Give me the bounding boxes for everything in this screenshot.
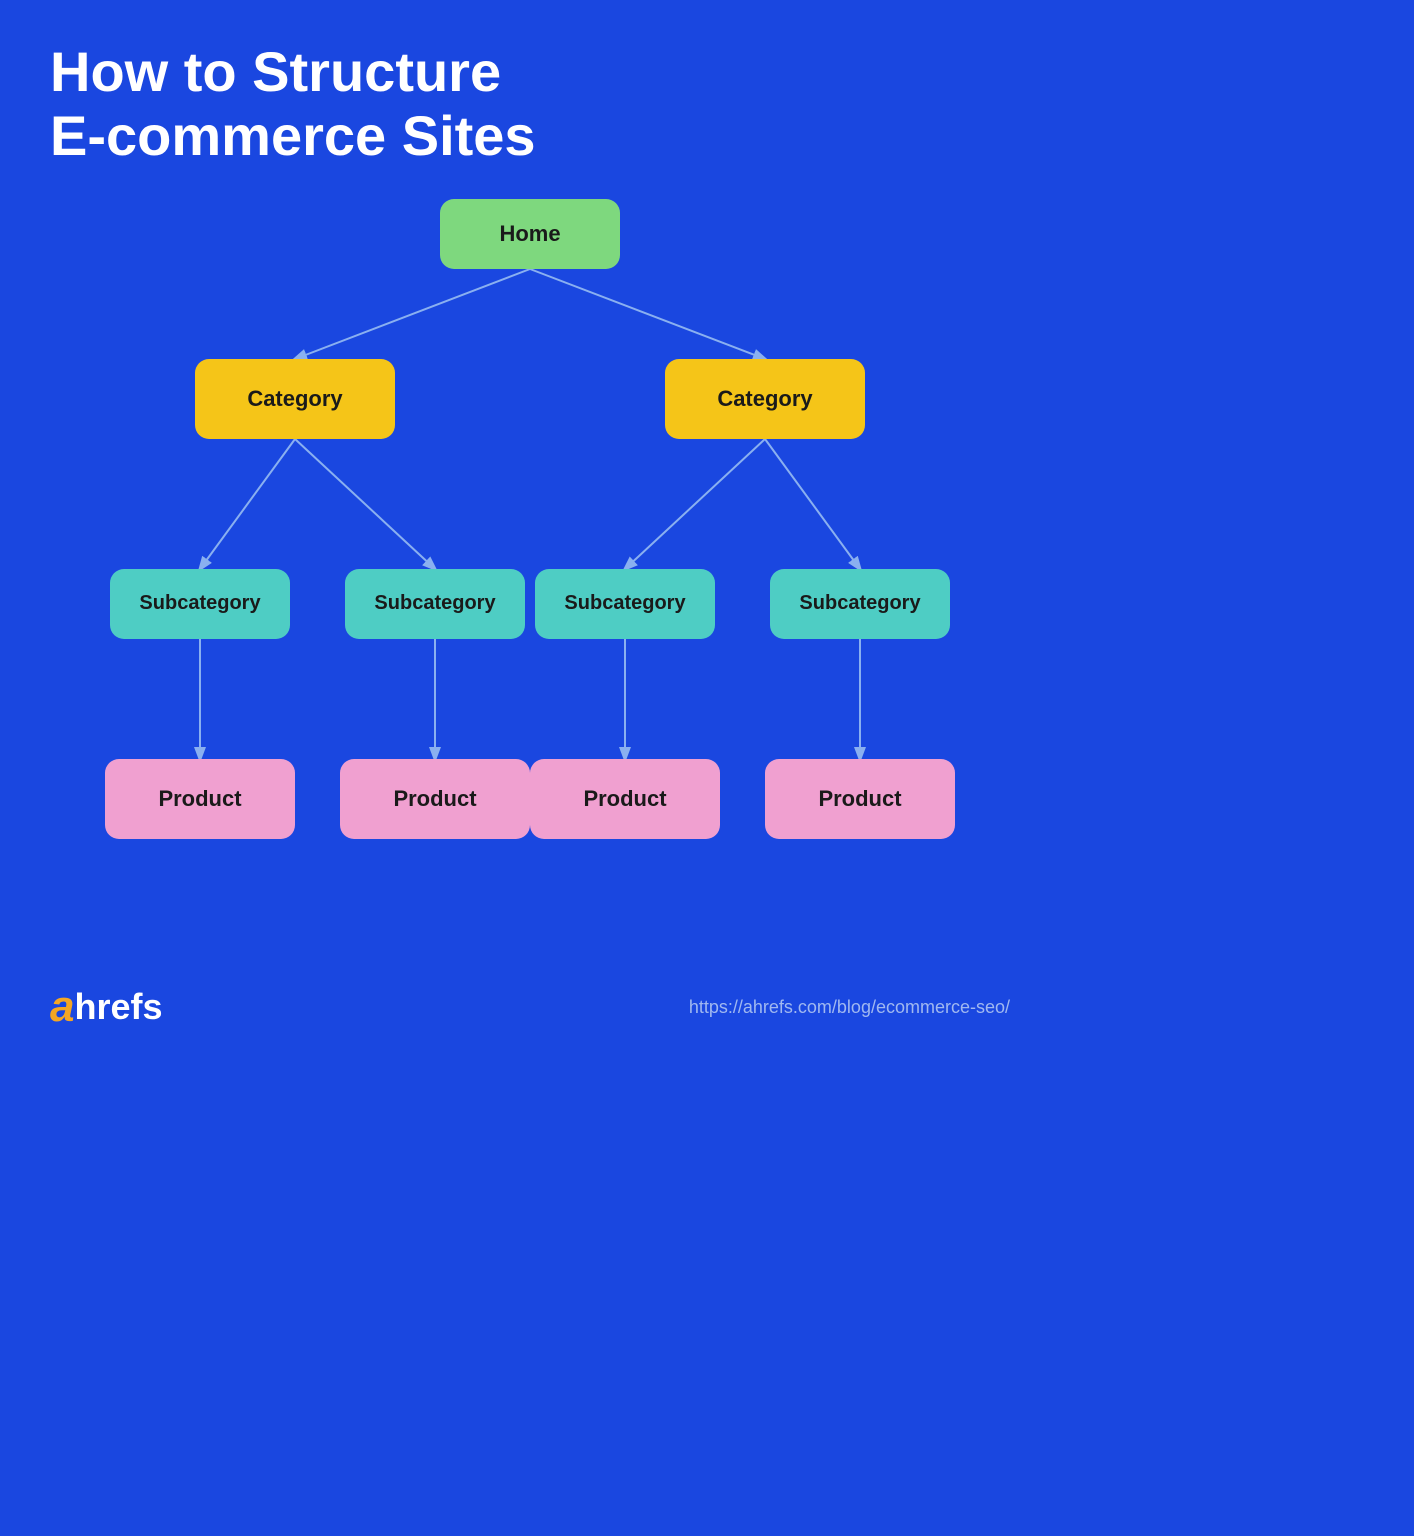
footer-url: https://ahrefs.com/blog/ecommerce-seo/ <box>689 997 1010 1018</box>
page-title: How to Structure E-commerce Sites <box>50 40 1010 169</box>
footer: a hrefs https://ahrefs.com/blog/ecommerc… <box>50 982 1010 1032</box>
ahrefs-logo: a hrefs <box>50 982 163 1032</box>
node-category-left: Category <box>195 359 395 439</box>
logo-text: hrefs <box>74 986 162 1028</box>
node-subcategory-4: Subcategory <box>770 569 950 639</box>
node-product-1: Product <box>105 759 295 839</box>
logo-a: a <box>50 982 74 1032</box>
node-category-right: Category <box>665 359 865 439</box>
node-subcategory-1: Subcategory <box>110 569 290 639</box>
node-product-4: Product <box>765 759 955 839</box>
node-subcategory-2: Subcategory <box>345 569 525 639</box>
node-subcategory-3: Subcategory <box>535 569 715 639</box>
node-product-3: Product <box>530 759 720 839</box>
page-container: How to Structure E-commerce Sites <box>0 0 1060 1060</box>
node-home: Home <box>440 199 620 269</box>
node-product-2: Product <box>340 759 530 839</box>
diagram: Home Category Category Subcategory Subca… <box>50 199 1010 949</box>
